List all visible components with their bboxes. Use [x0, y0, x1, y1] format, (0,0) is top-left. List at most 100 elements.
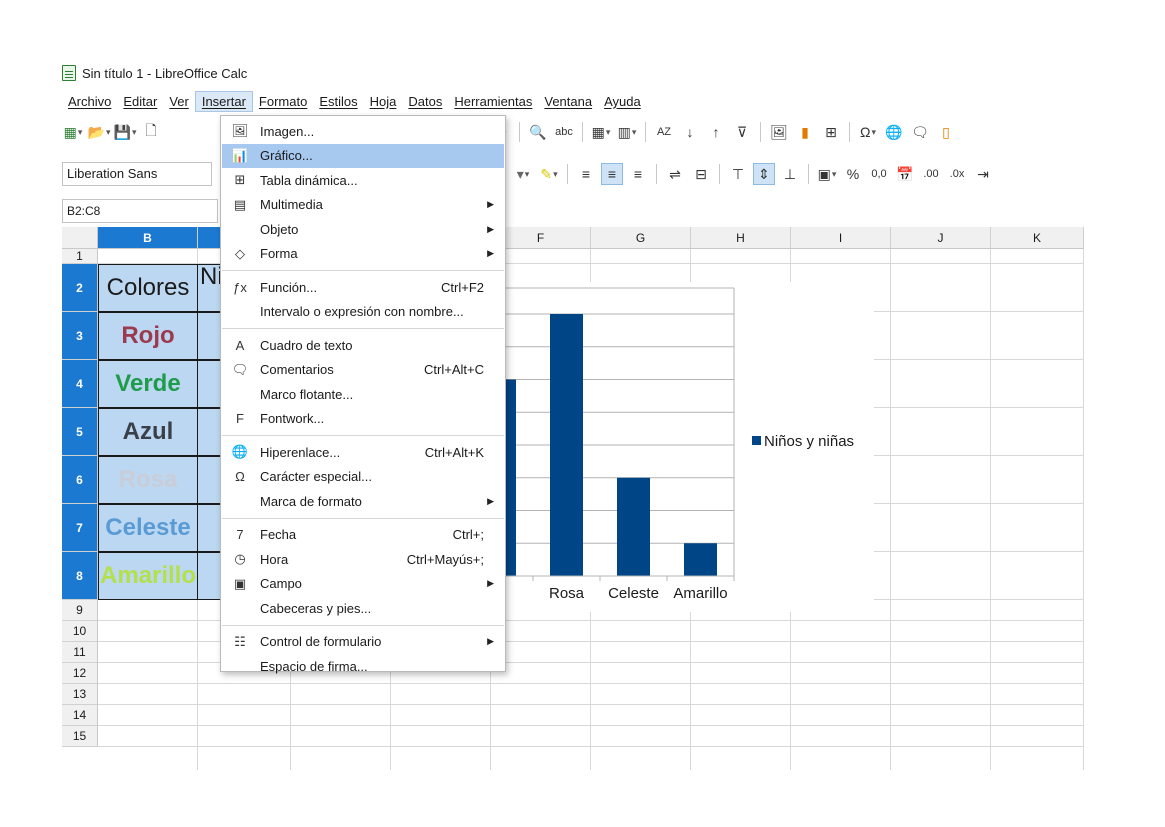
column-icon[interactable]: ▥: [616, 121, 638, 143]
cell-b6[interactable]: Rosa: [98, 456, 198, 504]
delete-decimal-icon[interactable]: .0x: [946, 163, 968, 185]
sort-ascending-icon[interactable]: ↓: [679, 121, 701, 143]
cell-c3[interactable]: [198, 312, 222, 360]
menu-item-marca-de-formato[interactable]: Marca de formato ▶: [222, 489, 504, 513]
cell-c8[interactable]: [198, 552, 222, 600]
column-header-g[interactable]: G: [591, 227, 691, 249]
menu-item-campo[interactable]: ▣ Campo ▶: [222, 572, 504, 596]
percent-format-icon[interactable]: %: [842, 163, 864, 185]
menu-item-multimedia[interactable]: ▤ Multimedia ▶: [222, 193, 504, 217]
font-color-icon[interactable]: ▾: [512, 163, 534, 185]
cell-b5[interactable]: Azul: [98, 408, 198, 456]
row-header-3[interactable]: 3: [62, 312, 98, 360]
corner-select-all[interactable]: [62, 227, 98, 249]
menu-item-intervalo-o-expresión-con-nombre[interactable]: Intervalo o expresión con nombre...: [222, 300, 504, 324]
menu-item-forma[interactable]: ◇ Forma ▶: [222, 242, 504, 266]
menu-item-fontwork[interactable]: F Fontwork...: [222, 407, 504, 431]
date-format-icon[interactable]: 📅: [894, 163, 916, 185]
align-top-icon[interactable]: ⊤: [727, 163, 749, 185]
menu-item-comentarios[interactable]: 🗨 Comentarios Ctrl+Alt+C: [222, 358, 504, 382]
background-color-icon[interactable]: ✎: [538, 163, 560, 185]
row-header-9[interactable]: 9: [62, 600, 98, 621]
row-icon[interactable]: ▦: [590, 121, 612, 143]
increase-indent-icon[interactable]: ⇥: [972, 163, 994, 185]
cell-b7[interactable]: Celeste: [98, 504, 198, 552]
cell-c6[interactable]: [198, 456, 222, 504]
row-header-6[interactable]: 6: [62, 456, 98, 504]
menu-item-cuadro-de-texto[interactable]: A Cuadro de texto: [222, 333, 504, 357]
menu-item-hora[interactable]: ◷ Hora Ctrl+Mayús+;: [222, 547, 504, 571]
menu-hoja[interactable]: Hoja: [364, 92, 403, 111]
sort-descending-icon[interactable]: ↑: [705, 121, 727, 143]
row-header-11[interactable]: 11: [62, 642, 98, 663]
number-format-icon[interactable]: 0,0: [868, 163, 890, 185]
hyperlink-icon[interactable]: 🌐: [883, 121, 905, 143]
cell-c7[interactable]: [198, 504, 222, 552]
menu-editar[interactable]: Editar: [117, 92, 163, 111]
menu-archivo[interactable]: Archivo: [62, 92, 117, 111]
row-header-8[interactable]: 8: [62, 552, 98, 600]
row-header-14[interactable]: 14: [62, 705, 98, 726]
insert-image-icon[interactable]: 🖼: [768, 121, 790, 143]
column-header-h[interactable]: H: [691, 227, 791, 249]
font-name-box[interactable]: Liberation Sans: [62, 162, 212, 186]
menu-estilos[interactable]: Estilos: [313, 92, 363, 111]
menu-item-marco-flotante[interactable]: Marco flotante...: [222, 382, 504, 406]
cell-b4[interactable]: Verde: [98, 360, 198, 408]
menu-ver[interactable]: Ver: [163, 92, 195, 111]
column-header-k[interactable]: K: [991, 227, 1084, 249]
row-header-5[interactable]: 5: [62, 408, 98, 456]
find-replace-icon[interactable]: 🔍: [527, 121, 549, 143]
menu-item-imagen[interactable]: 🖼 Imagen...: [222, 119, 504, 143]
bar-chart[interactable]: ulRosaCelesteAmarilloNiños y niñas: [506, 282, 874, 612]
menu-item-gráfico[interactable]: 📊 Gráfico...: [222, 143, 504, 168]
special-character-icon[interactable]: Ω: [857, 121, 879, 143]
row-header-13[interactable]: 13: [62, 684, 98, 705]
menu-ayuda[interactable]: Ayuda: [598, 92, 647, 111]
align-middle-icon[interactable]: ⇕: [753, 163, 775, 185]
column-header-j[interactable]: J: [891, 227, 991, 249]
menu-ventana[interactable]: Ventana: [538, 92, 598, 111]
menu-item-fecha[interactable]: 7 Fecha Ctrl+;: [222, 523, 504, 547]
row-header-15[interactable]: 15: [62, 726, 98, 747]
menu-formato[interactable]: Formato: [253, 92, 313, 111]
merge-cells-icon[interactable]: ⊟: [690, 163, 712, 185]
header-footer-icon[interactable]: ▯: [935, 121, 957, 143]
wrap-text-icon[interactable]: ⇌: [664, 163, 686, 185]
spellcheck-icon[interactable]: abc: [553, 121, 575, 143]
align-left-icon[interactable]: ≡: [575, 163, 597, 185]
insert-chart-icon[interactable]: ▮: [794, 121, 816, 143]
cell-c5[interactable]: [198, 408, 222, 456]
menu-datos[interactable]: Datos: [402, 92, 448, 111]
menu-item-carácter-especial[interactable]: Ω Carácter especial...: [222, 465, 504, 489]
align-center-icon[interactable]: ≡: [601, 163, 623, 185]
cell-b8[interactable]: Amarillo: [98, 552, 198, 600]
currency-format-icon[interactable]: ▣: [816, 163, 838, 185]
cell-c2[interactable]: Ni: [198, 264, 222, 312]
comment-icon[interactable]: 🗨: [909, 121, 931, 143]
align-bottom-icon[interactable]: ⊥: [779, 163, 801, 185]
menu-item-espacio-de-firma[interactable]: Espacio de firma...: [222, 654, 504, 678]
add-decimal-icon[interactable]: .00: [920, 163, 942, 185]
cell-b3[interactable]: Rojo: [98, 312, 198, 360]
save-icon[interactable]: 💾: [114, 121, 136, 143]
row-header-7[interactable]: 7: [62, 504, 98, 552]
align-right-icon[interactable]: ≡: [627, 163, 649, 185]
menu-item-hiperenlace[interactable]: 🌐 Hiperenlace... Ctrl+Alt+K: [222, 440, 504, 464]
new-document-icon[interactable]: ▦: [62, 121, 84, 143]
autofilter-icon[interactable]: ⊽: [731, 121, 753, 143]
cell-c4[interactable]: [198, 360, 222, 408]
column-header-f[interactable]: F: [491, 227, 591, 249]
sort-icon[interactable]: AZ: [653, 121, 675, 143]
column-header-b[interactable]: B: [98, 227, 198, 249]
menu-herramientas[interactable]: Herramientas: [448, 92, 538, 111]
cell-b2[interactable]: Colores: [98, 264, 198, 312]
name-box[interactable]: B2:C8: [62, 199, 218, 223]
menu-item-cabeceras-y-pies[interactable]: Cabeceras y pies...: [222, 596, 504, 620]
row-header-2[interactable]: 2: [62, 264, 98, 312]
export-pdf-icon[interactable]: 🗋: [140, 121, 162, 143]
menu-item-objeto[interactable]: Objeto ▶: [222, 217, 504, 241]
open-folder-icon[interactable]: 📂: [88, 121, 110, 143]
menu-item-tabla-dinámica[interactable]: ⊞ Tabla dinámica...: [222, 168, 504, 192]
menu-item-función[interactable]: ƒx Función... Ctrl+F2: [222, 275, 504, 299]
